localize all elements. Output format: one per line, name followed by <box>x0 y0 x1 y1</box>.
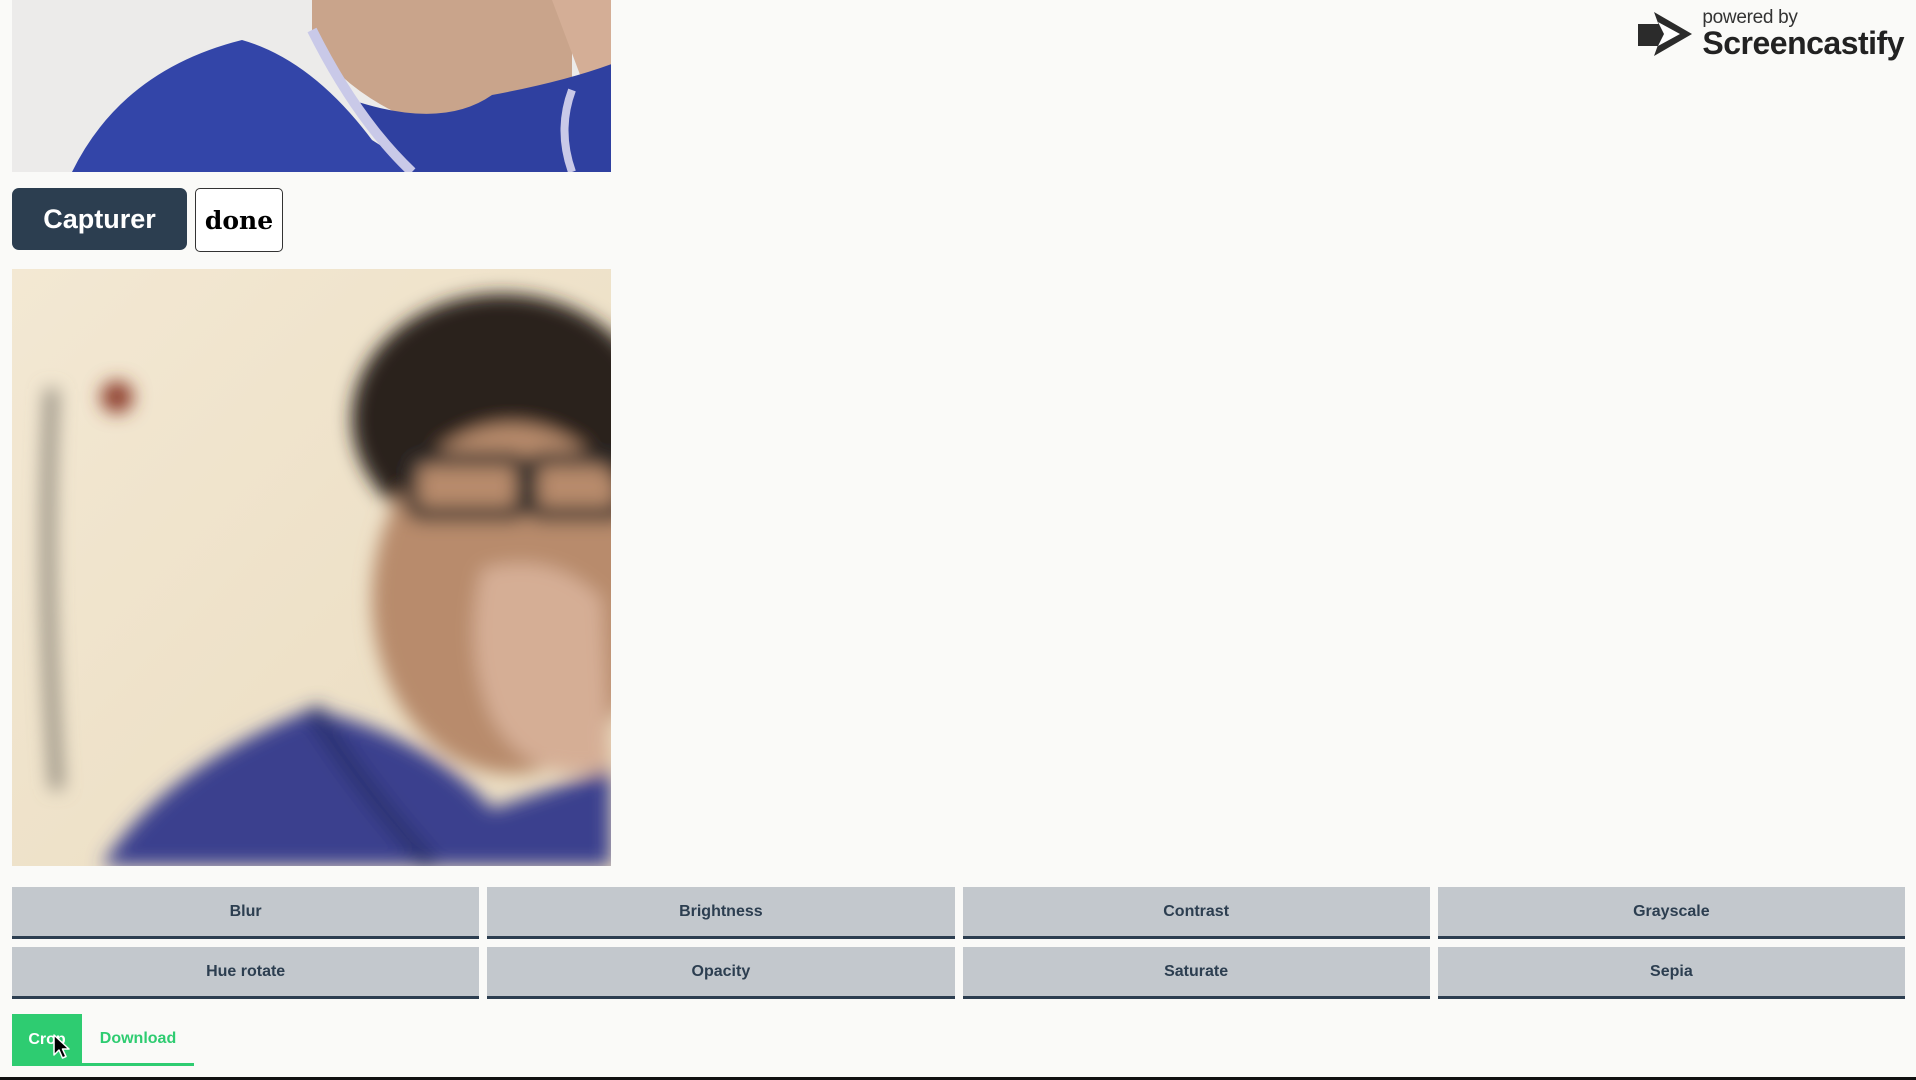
filter-grid: Blur Brightness Contrast Grayscale Hue r… <box>12 887 1905 999</box>
filter-brightness-button[interactable]: Brightness <box>487 887 955 939</box>
done-button[interactable]: done <box>195 188 283 252</box>
filter-saturate-button[interactable]: Saturate <box>962 947 1430 999</box>
webcam-video <box>12 0 611 172</box>
filter-opacity-button[interactable]: Opacity <box>487 947 955 999</box>
filter-blur-button[interactable]: Blur <box>12 887 480 939</box>
filter-grayscale-button[interactable]: Grayscale <box>1437 887 1905 939</box>
capture-button[interactable]: Capturer <box>12 188 187 250</box>
screencastify-watermark: powered by Screencastify <box>1636 8 1904 59</box>
capture-controls: Capturer done <box>12 188 283 252</box>
watermark-brand: Screencastify <box>1702 25 1904 61</box>
image-actions: Crop Download <box>12 1014 194 1066</box>
download-button[interactable]: Download <box>82 1014 194 1066</box>
filter-hue-rotate-button[interactable]: Hue rotate <box>12 947 480 999</box>
crop-button[interactable]: Crop <box>12 1014 82 1066</box>
screencastify-logo-icon <box>1638 11 1693 56</box>
filter-contrast-button[interactable]: Contrast <box>962 887 1430 939</box>
captured-photo <box>12 269 611 866</box>
crop-button-label: Crop <box>28 1031 66 1048</box>
filter-sepia-button[interactable]: Sepia <box>1437 947 1905 999</box>
page: Capturer done Blur Brightness Contrast G… <box>0 0 1916 1080</box>
